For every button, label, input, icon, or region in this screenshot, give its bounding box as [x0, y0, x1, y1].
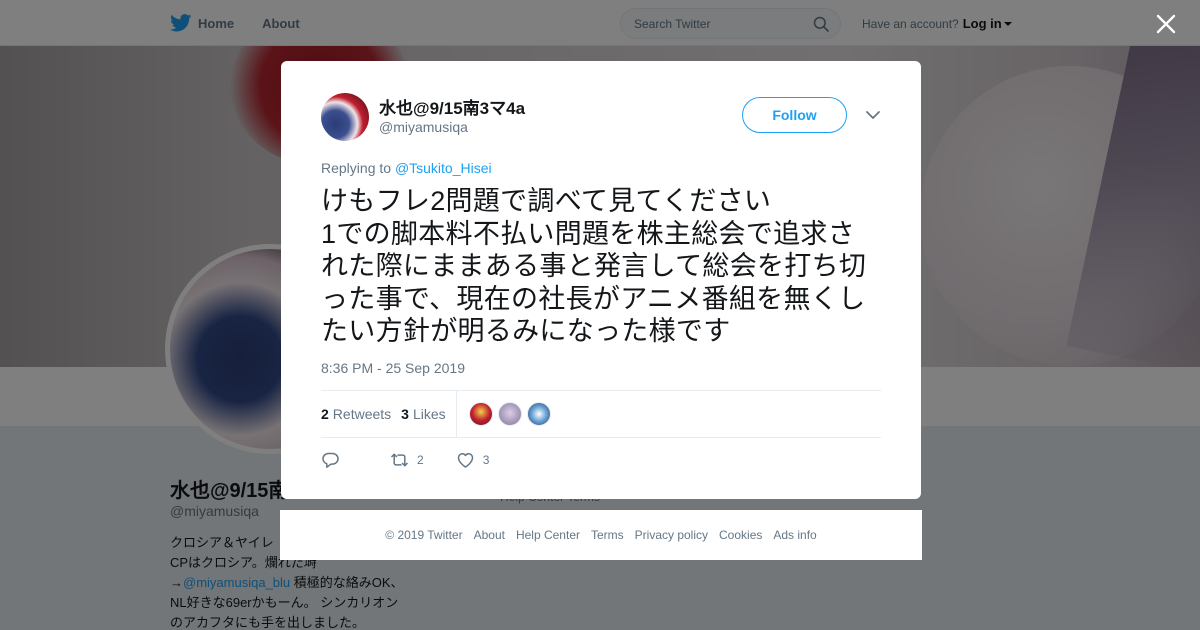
retweets-count: 2: [321, 406, 329, 422]
likes-count: 3: [401, 406, 409, 422]
footer-link-cookies[interactable]: Cookies: [719, 528, 762, 542]
footer-link-terms[interactable]: Terms: [591, 528, 624, 542]
replying-prefix: Replying to: [321, 160, 392, 176]
stats-divider: [455, 390, 457, 438]
close-icon[interactable]: [1155, 13, 1177, 35]
author-avatar[interactable]: [321, 93, 369, 141]
author-handle[interactable]: @miyamusiqa: [379, 119, 468, 135]
liker-avatar[interactable]: [468, 402, 493, 426]
likes-label: Likes: [412, 406, 446, 422]
tweet-text: けもフレ2問題で調べて見てください 1での脚本料不払い問題を株主総会で追求さ れ…: [321, 186, 867, 346]
retweets-label: Retweets: [332, 406, 392, 422]
replying-to: Replying to @Tsukito_Hisei: [321, 160, 492, 176]
liker-avatar[interactable]: [526, 402, 551, 426]
footer-link-about[interactable]: About: [474, 528, 505, 542]
reply-icon[interactable]: [321, 451, 340, 469]
retweet-count: 2: [417, 453, 424, 467]
footer-link-privacy[interactable]: Privacy policy: [635, 528, 708, 542]
like-action[interactable]: 3: [456, 451, 490, 469]
footer-copyright: © 2019 Twitter: [385, 528, 463, 542]
liker-avatar[interactable]: [497, 402, 522, 426]
tweet-permalink-modal: 水也@9/15南3マ4a @miyamusiqa Follow Replying…: [281, 61, 921, 499]
modal-footer: © 2019 Twitter About Help Center Terms P…: [280, 510, 922, 560]
reply-action[interactable]: [321, 451, 340, 469]
retweet-action[interactable]: 2: [390, 451, 424, 469]
tweet-timestamp[interactable]: 8:36 PM - 25 Sep 2019: [321, 360, 465, 376]
retweets-stat[interactable]: 2 Retweets: [321, 406, 391, 422]
tweet-stats: 2 Retweets 3 Likes: [321, 390, 881, 438]
footer-link-help-center[interactable]: Help Center: [516, 528, 580, 542]
footer-link-ads-info[interactable]: Ads info: [773, 528, 816, 542]
tweet-actions: 2 3: [321, 450, 513, 470]
like-count: 3: [482, 453, 490, 467]
like-icon[interactable]: [456, 451, 475, 469]
likes-stat[interactable]: 3 Likes: [401, 406, 445, 422]
follow-button[interactable]: Follow: [742, 97, 847, 133]
replying-to-link[interactable]: @Tsukito_Hisei: [395, 160, 492, 176]
retweet-icon[interactable]: [390, 451, 409, 469]
author-name[interactable]: 水也@9/15南3マ4a: [379, 94, 525, 119]
chevron-down-icon[interactable]: [865, 109, 881, 121]
